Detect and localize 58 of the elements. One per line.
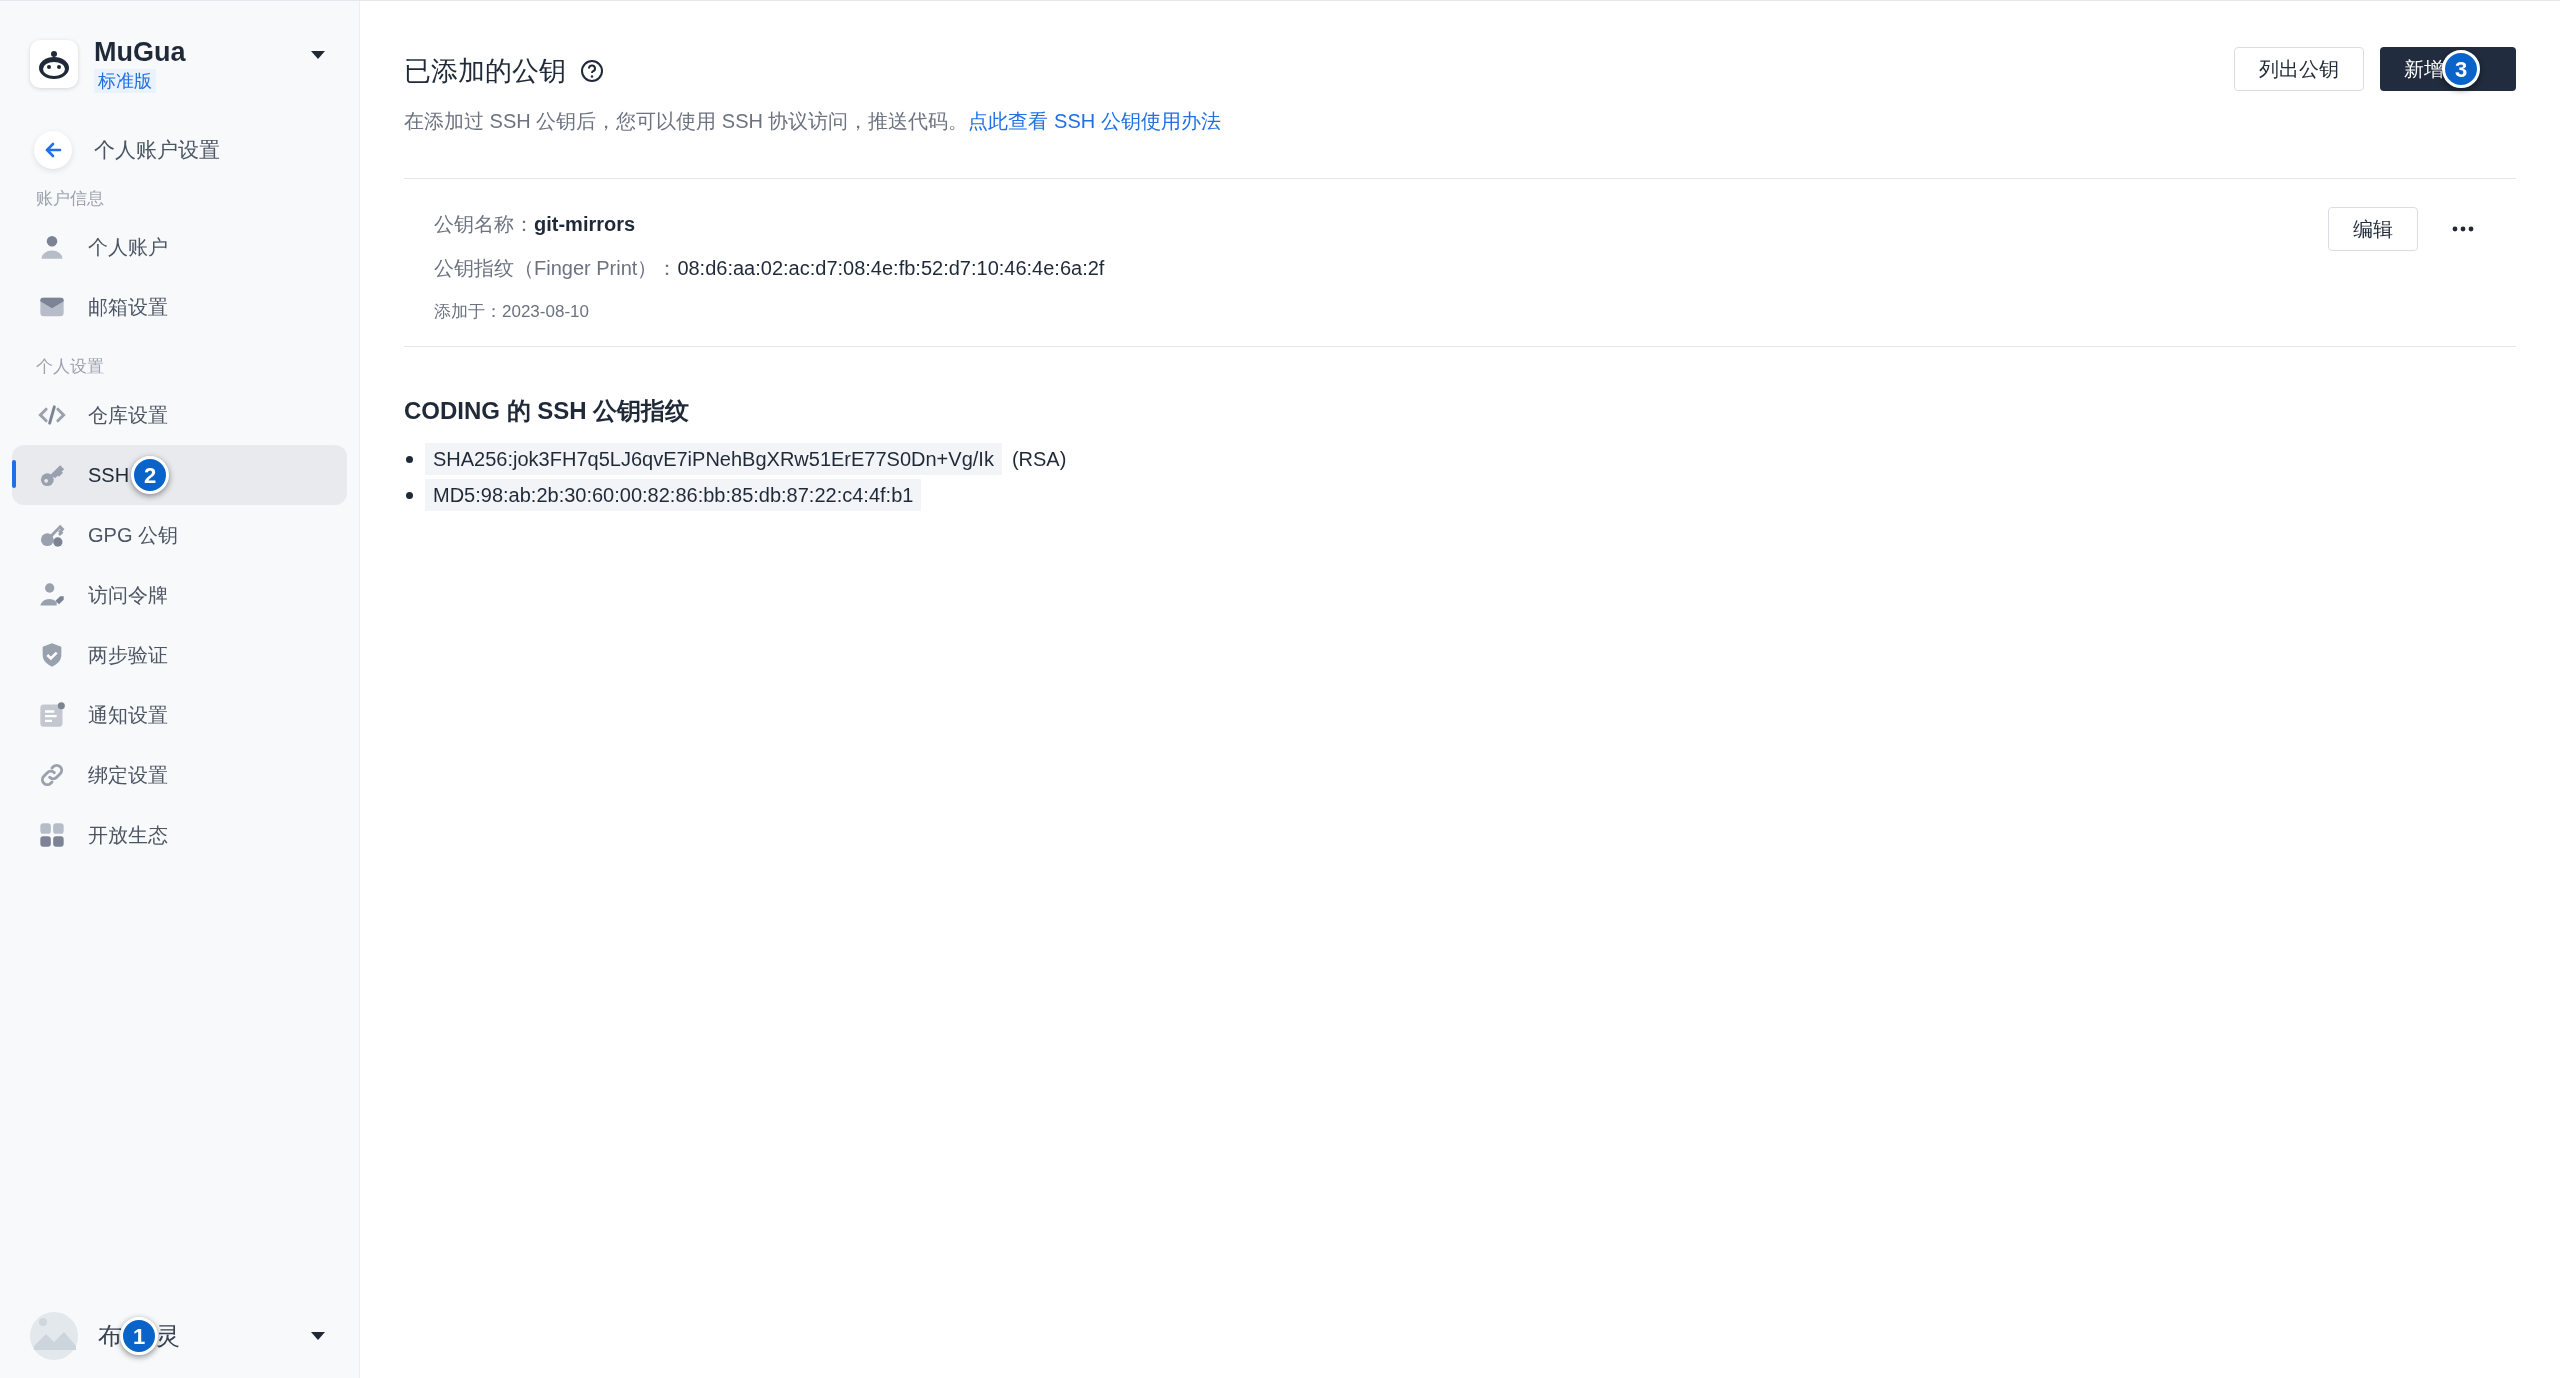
back-arrow-icon bbox=[43, 140, 63, 160]
back-button[interactable] bbox=[34, 131, 72, 169]
section-title: 账户信息 bbox=[35, 188, 105, 210]
team-name: MuGua bbox=[94, 36, 186, 69]
usage-link[interactable]: 点此查看 SSH 公钥使用办法 bbox=[968, 109, 1221, 132]
nav-label: 绑定设置 bbox=[88, 763, 168, 788]
key-type: (RSA) bbox=[1011, 447, 1067, 472]
caret-icon[interactable] bbox=[311, 50, 325, 60]
nav-label: 仓库设置 bbox=[88, 403, 168, 428]
monkey-logo-icon bbox=[30, 40, 78, 88]
caret-icon[interactable] bbox=[311, 1331, 325, 1341]
nav-item[interactable]: 两步验证 bbox=[12, 625, 347, 685]
nav-label: 通知设置 bbox=[88, 703, 168, 728]
nav-label: SSH bbox=[88, 463, 130, 488]
nav-item[interactable]: 绑定设置 bbox=[12, 745, 347, 805]
section-heading: CODING 的 SSH 公钥指纹 bbox=[404, 396, 691, 426]
person-tag-icon bbox=[38, 581, 66, 609]
section-title: 个人设置 bbox=[35, 356, 105, 378]
nav-label: 两步验证 bbox=[88, 643, 168, 668]
nav-item[interactable]: 邮箱设置 bbox=[12, 277, 347, 337]
step-badge: 3 bbox=[2442, 50, 2480, 88]
plan-tag: 标准版 bbox=[94, 69, 156, 93]
nav-item[interactable]: 访问令牌 bbox=[12, 565, 347, 625]
nav-item[interactable]: 仓库设置 bbox=[12, 385, 347, 445]
nav-item[interactable]: 个人账户 bbox=[12, 217, 347, 277]
user-name: 灵 bbox=[156, 1321, 180, 1351]
link-icon bbox=[38, 761, 66, 789]
list-button[interactable]: 列出公钥 bbox=[2234, 47, 2364, 91]
more-icon[interactable] bbox=[2452, 225, 2474, 232]
nav-label: 访问令牌 bbox=[88, 583, 168, 608]
notice-icon bbox=[38, 701, 66, 729]
user-name: 布 bbox=[98, 1321, 122, 1351]
key-fingerprint: 公钥指纹（Finger Print）：08:d6:aa:02:ac:d7:08:4e:fb:52:d7:10:46:4e:6a:2f bbox=[434, 255, 1105, 281]
nav-item[interactable]: 通知设置 bbox=[12, 685, 347, 745]
nav-item[interactable]: 开放生态 bbox=[12, 805, 347, 865]
key-name: 公钥名称：git-mirrors bbox=[434, 211, 637, 237]
step-badge: 1 bbox=[120, 1317, 158, 1355]
description: 在添加过 SSH 公钥后，您可以使用 SSH 协议访问，推送代码。点此查看 SSH 公钥使用办法 bbox=[404, 108, 1221, 134]
fingerprint-code: SHA256:jok3FH7q5LJ6qvE7iPNehBgXRw51ErE77S0Dn+Vg/Ik bbox=[425, 443, 1002, 475]
apps-icon bbox=[38, 821, 66, 849]
avatar-icon bbox=[30, 1312, 78, 1360]
nav-label: 个人账户 bbox=[88, 235, 168, 260]
add-button[interactable]: 新增 3 bbox=[2380, 47, 2516, 91]
nav-label: 邮箱设置 bbox=[88, 295, 168, 320]
bullet-icon bbox=[406, 455, 413, 463]
page-title: 已添加的公钥 bbox=[404, 55, 566, 88]
added-date: 添加于：2023-08-10 bbox=[434, 300, 590, 323]
edit-button[interactable]: 编辑 bbox=[2328, 206, 2418, 251]
nav-item[interactable]: SSH 2 bbox=[12, 445, 347, 505]
back-label: 个人账户设置 bbox=[94, 137, 220, 164]
fingerprint-code: MD5:98:ab:2b:30:60:00:82:86:bb:85:db:87:22:c4:4f:b1 bbox=[425, 479, 922, 511]
nav-label: GPG 公钥 bbox=[88, 523, 178, 548]
bullet-icon bbox=[406, 491, 413, 499]
active-indicator bbox=[12, 460, 16, 488]
nav-label: 开放生态 bbox=[88, 823, 168, 848]
help-icon[interactable] bbox=[580, 59, 604, 84]
step-badge: 2 bbox=[131, 456, 170, 494]
nav-item[interactable]: GPG 公钥 bbox=[12, 505, 347, 565]
